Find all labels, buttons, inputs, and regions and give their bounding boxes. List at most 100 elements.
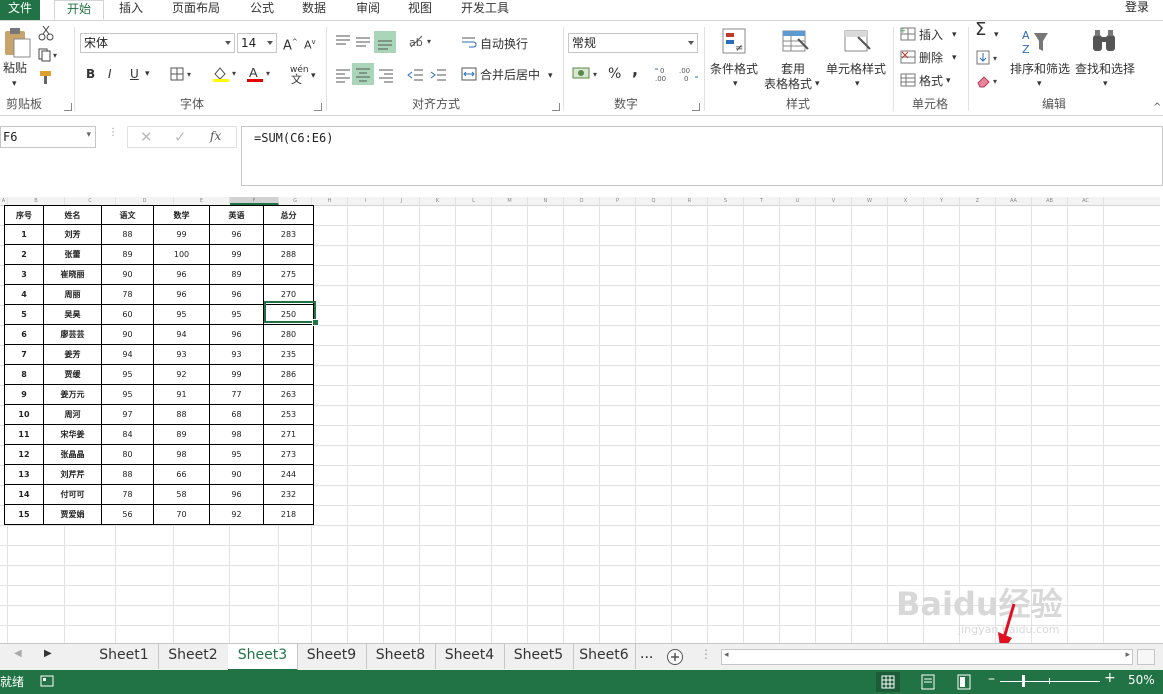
table-cell[interactable]: 99 xyxy=(210,365,264,385)
format-as-table-dropdown[interactable]: ▾ xyxy=(815,77,820,91)
align-top-icon[interactable] xyxy=(334,33,352,49)
table-cell[interactable]: 90 xyxy=(102,265,154,285)
table-cell[interactable]: 78 xyxy=(102,285,154,305)
number-dialog-launcher[interactable] xyxy=(692,103,700,111)
login-link[interactable]: 登录 xyxy=(1125,0,1149,15)
scroll-left-icon[interactable]: ◂ xyxy=(724,650,729,660)
table-cell[interactable]: 9 xyxy=(4,385,44,405)
cell-styles-dropdown[interactable]: ▾ xyxy=(855,77,860,91)
sheet-scroll-prev-icon[interactable]: ◀ xyxy=(14,648,22,659)
table-cell[interactable]: 刘芳 xyxy=(44,225,102,245)
table-cell[interactable]: 90 xyxy=(210,465,264,485)
table-cell[interactable]: 218 xyxy=(264,505,314,525)
sort-filter-icon[interactable]: AZ xyxy=(1020,27,1050,55)
underline-button[interactable]: U xyxy=(130,67,139,81)
align-middle-icon[interactable] xyxy=(354,33,372,49)
sheet-tab[interactable]: Sheet4 xyxy=(435,644,505,669)
table-cell[interactable]: 14 xyxy=(4,485,44,505)
table-cell[interactable]: 92 xyxy=(210,505,264,525)
column-header[interactable]: M xyxy=(492,197,528,205)
add-sheet-icon[interactable] xyxy=(666,648,684,666)
column-header[interactable]: F xyxy=(230,197,279,205)
table-cell[interactable]: 235 xyxy=(264,345,314,365)
sort-filter-button[interactable]: 排序和筛选 xyxy=(1010,62,1070,76)
sheet-tab[interactable]: Sheet5 xyxy=(504,644,574,669)
column-header[interactable]: A xyxy=(0,197,8,205)
table-cell[interactable]: 96 xyxy=(154,285,210,305)
table-cell[interactable]: 8 xyxy=(4,365,44,385)
table-cell[interactable]: 96 xyxy=(154,265,210,285)
format-cells-button[interactable]: 格式 xyxy=(919,74,943,88)
table-cell[interactable]: 周河 xyxy=(44,405,102,425)
tab-home[interactable]: 开始 xyxy=(54,0,104,20)
table-cell[interactable]: 贾爱娟 xyxy=(44,505,102,525)
column-header[interactable]: AB xyxy=(1032,197,1068,205)
name-box[interactable]: F6 ▾ xyxy=(0,126,96,148)
column-header[interactable]: S xyxy=(708,197,744,205)
cut-icon[interactable] xyxy=(38,25,54,41)
column-header[interactable]: V xyxy=(816,197,852,205)
table-cell[interactable]: 95 xyxy=(154,305,210,325)
column-header[interactable]: W xyxy=(852,197,888,205)
table-cell[interactable]: 10 xyxy=(4,405,44,425)
column-header[interactable]: J xyxy=(384,197,420,205)
table-cell[interactable]: 78 xyxy=(102,485,154,505)
align-bottom-icon[interactable] xyxy=(374,31,396,53)
increase-font-icon[interactable]: A^ xyxy=(283,35,298,53)
insert-cells-dropdown[interactable]: ▾ xyxy=(952,28,957,42)
column-header[interactable]: E xyxy=(174,197,230,205)
table-cell[interactable]: 77 xyxy=(210,385,264,405)
font-size-combo[interactable]: 14 xyxy=(237,33,277,53)
align-right-icon[interactable] xyxy=(377,67,395,83)
format-cells-dropdown[interactable]: ▾ xyxy=(946,74,951,88)
paste-button[interactable]: 粘贴 xyxy=(3,61,27,75)
autosum-icon[interactable]: Σ xyxy=(975,21,986,39)
tab-data[interactable]: 数据 xyxy=(292,0,336,20)
zoom-level[interactable]: 50% xyxy=(1128,673,1155,687)
table-cell[interactable]: 96 xyxy=(210,325,264,345)
table-cell[interactable]: 张蕾 xyxy=(44,245,102,265)
tab-formulas[interactable]: 公式 xyxy=(240,0,284,20)
table-cell[interactable]: 姜万元 xyxy=(44,385,102,405)
table-cell[interactable]: 廖芸芸 xyxy=(44,325,102,345)
autosum-dropdown[interactable]: ▾ xyxy=(994,28,999,42)
column-header[interactable]: B xyxy=(8,197,65,205)
sheet-tab[interactable]: Sheet3 xyxy=(228,644,298,671)
horizontal-scrollbar[interactable]: ◂ ▸ xyxy=(721,649,1133,665)
sheet-tab[interactable]: Sheet9 xyxy=(297,644,367,669)
table-cell[interactable]: 93 xyxy=(210,345,264,365)
sort-filter-dropdown[interactable]: ▾ xyxy=(1037,77,1042,91)
paste-dropdown-arrow[interactable]: ▾ xyxy=(12,77,17,91)
find-select-button[interactable]: 查找和选择 xyxy=(1075,62,1135,76)
tab-review[interactable]: 审阅 xyxy=(346,0,390,20)
page-layout-view-icon[interactable] xyxy=(920,674,936,690)
page-break-preview-icon[interactable] xyxy=(956,674,972,690)
table-cell[interactable]: 周丽 xyxy=(44,285,102,305)
align-left-icon[interactable] xyxy=(334,67,352,83)
table-header-cell[interactable]: 语文 xyxy=(102,205,154,225)
table-cell[interactable]: 刘芹芹 xyxy=(44,465,102,485)
increase-decimal-icon[interactable]: 0.00 xyxy=(654,65,676,83)
comma-style-button[interactable]: , xyxy=(632,62,638,78)
tab-file[interactable]: 文件 xyxy=(0,0,40,20)
merge-dropdown[interactable]: ▾ xyxy=(548,69,553,83)
table-cell[interactable]: 84 xyxy=(102,425,154,445)
accounting-format-icon[interactable]: ▾ xyxy=(572,65,602,81)
enter-icon[interactable]: ✓ xyxy=(174,128,187,146)
column-header[interactable]: H xyxy=(312,197,348,205)
zoom-out-button[interactable]: – xyxy=(988,671,995,687)
sheet-tab[interactable]: Sheet1 xyxy=(90,644,159,669)
table-cell[interactable]: 7 xyxy=(4,345,44,365)
table-cell[interactable]: 崔晓丽 xyxy=(44,265,102,285)
table-cell[interactable]: 95 xyxy=(210,305,264,325)
zoom-slider-thumb[interactable] xyxy=(1022,675,1025,687)
find-select-icon[interactable] xyxy=(1090,27,1120,55)
delete-cells-button[interactable]: 删除 xyxy=(919,51,943,65)
table-cell[interactable]: 3 xyxy=(4,265,44,285)
decrease-font-icon[interactable]: Av xyxy=(304,35,316,53)
table-cell[interactable]: 280 xyxy=(264,325,314,345)
column-header[interactable]: N xyxy=(528,197,564,205)
column-header[interactable]: AA xyxy=(996,197,1032,205)
table-cell[interactable]: 56 xyxy=(102,505,154,525)
table-cell[interactable]: 96 xyxy=(210,225,264,245)
